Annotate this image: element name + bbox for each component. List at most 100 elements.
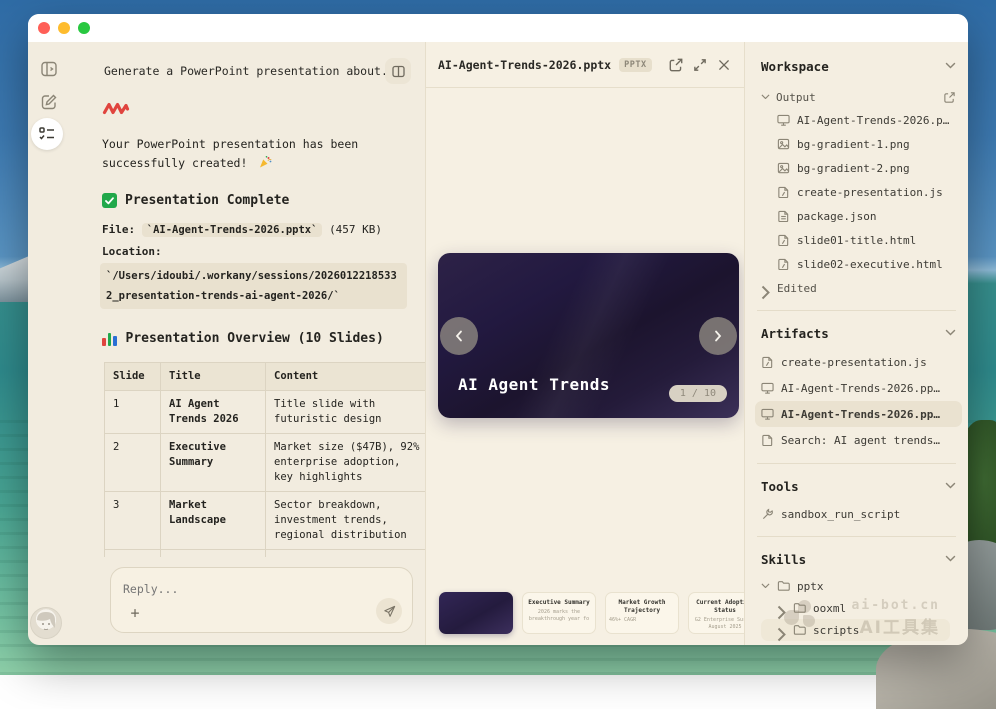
code-file-icon bbox=[761, 356, 774, 369]
image-icon bbox=[777, 162, 790, 175]
app-window: Generate a PowerPoint presentation about… bbox=[28, 14, 968, 645]
tasks-icon[interactable] bbox=[31, 118, 63, 150]
chevron-down-icon bbox=[945, 482, 956, 490]
workspace-file[interactable]: slide02-executive.html bbox=[761, 252, 956, 276]
chevron-right-icon bbox=[777, 605, 786, 612]
reply-input[interactable] bbox=[123, 582, 317, 596]
workspace-file[interactable]: AI-Agent-Trends-2026.p… bbox=[761, 108, 956, 132]
thumbnail-slide-4[interactable]: Current Adoption Status G2 Enterprise Su… bbox=[688, 592, 744, 634]
monitor-icon bbox=[761, 382, 774, 395]
preview-header: AI-Agent-Trends-2026.pptx PPTX bbox=[426, 42, 744, 88]
folder-icon bbox=[793, 624, 806, 637]
workspace-file[interactable]: slide01-title.html bbox=[761, 228, 956, 252]
complete-heading: Presentation Complete bbox=[102, 193, 425, 208]
table-row: 2 Executive Summary Market size ($47B), … bbox=[105, 434, 426, 492]
prompt-title: Generate a PowerPoint presentation about… bbox=[104, 64, 385, 78]
chevron-down-icon bbox=[761, 94, 770, 101]
slide-preview: AI Agent Trends 1 / 10 bbox=[438, 253, 739, 418]
thumbnail-slide-2[interactable]: Executive Summary 2026 marks the breakth… bbox=[522, 592, 596, 634]
skill-folder[interactable]: scripts bbox=[761, 619, 950, 641]
assistant-logo-icon bbox=[102, 100, 425, 117]
chevron-down-icon bbox=[945, 555, 956, 563]
skill-folder[interactable]: ooxml bbox=[761, 597, 956, 619]
artifact-item[interactable]: create-presentation.js bbox=[761, 349, 956, 375]
table-header-row: Slide Title Content bbox=[105, 363, 426, 391]
preview-panel: AI-Agent-Trends-2026.pptx PPTX AI Agent … bbox=[425, 42, 744, 645]
artifact-item-selected[interactable]: AI-Agent-Trends-2026.pp… bbox=[755, 401, 962, 427]
workspace-file[interactable]: bg-gradient-2.png bbox=[761, 156, 956, 180]
chevron-down-icon bbox=[945, 62, 956, 70]
minimize-traffic-light[interactable] bbox=[58, 22, 70, 34]
send-button[interactable] bbox=[376, 598, 402, 624]
folder-icon bbox=[793, 602, 806, 615]
folder-icon bbox=[777, 580, 790, 593]
table-row: 4 Enterprise Adoption timeline, ROI bbox=[105, 550, 426, 558]
skill-file[interactable]: create-idoubi-ppt.js bbox=[761, 641, 956, 645]
wrench-icon bbox=[761, 508, 774, 521]
tools-header[interactable]: Tools bbox=[761, 476, 956, 496]
overview-heading: Presentation Overview (10 Slides) bbox=[102, 331, 425, 346]
left-icon-rail bbox=[28, 42, 82, 645]
workspace-file[interactable]: bg-gradient-1.png bbox=[761, 132, 956, 156]
split-view-button[interactable] bbox=[385, 58, 411, 84]
thumbnail-slide-3[interactable]: Market Growth Trajectory 46%+ CAGR bbox=[605, 592, 679, 634]
monitor-icon bbox=[761, 408, 774, 421]
file-icon bbox=[777, 210, 790, 223]
external-link-icon[interactable] bbox=[668, 57, 684, 73]
slides-table: Slide Title Content 1 AI Agent Trends 20… bbox=[104, 362, 425, 557]
message-text: Your PowerPoint presentation has been su… bbox=[102, 137, 358, 170]
user-avatar[interactable] bbox=[30, 607, 62, 639]
col-slide: Slide bbox=[105, 363, 161, 391]
page-indicator: 1 / 10 bbox=[669, 385, 727, 402]
check-icon bbox=[102, 193, 117, 208]
attach-plus-button[interactable]: + bbox=[125, 603, 145, 623]
workspace-file[interactable]: package.json bbox=[761, 204, 956, 228]
next-slide-button[interactable] bbox=[699, 317, 737, 355]
chat-header: Generate a PowerPoint presentation about… bbox=[82, 42, 425, 84]
table-row: 1 AI Agent Trends 2026 Title slide with … bbox=[105, 391, 426, 434]
artifact-item[interactable]: AI-Agent-Trends-2026.pp… bbox=[761, 375, 956, 401]
external-link-icon[interactable] bbox=[943, 91, 956, 104]
location-label: Location: bbox=[102, 245, 425, 258]
chevron-down-icon bbox=[761, 583, 770, 590]
chat-scroll-area[interactable]: Generate a PowerPoint presentation about… bbox=[82, 42, 425, 557]
complete-title: Presentation Complete bbox=[125, 193, 289, 208]
thumbnail-slide-1[interactable] bbox=[439, 592, 513, 634]
party-popper-icon bbox=[258, 155, 272, 169]
file-label: File: bbox=[102, 223, 135, 236]
skills-header[interactable]: Skills bbox=[761, 549, 956, 569]
code-file-icon bbox=[777, 186, 790, 199]
chevron-down-icon bbox=[945, 329, 956, 337]
col-title: Title bbox=[161, 363, 266, 391]
close-icon[interactable] bbox=[716, 57, 732, 73]
prev-slide-button[interactable] bbox=[440, 317, 478, 355]
pptx-badge: PPTX bbox=[619, 58, 651, 72]
divider bbox=[757, 463, 956, 464]
close-traffic-light[interactable] bbox=[38, 22, 50, 34]
panel-toggle-icon[interactable] bbox=[40, 60, 58, 78]
artifact-item[interactable]: Search: AI agent trends… bbox=[761, 427, 956, 453]
tool-item[interactable]: sandbox_run_script bbox=[761, 502, 956, 526]
edited-folder-row[interactable]: Edited bbox=[761, 276, 956, 300]
bar-chart-icon bbox=[102, 331, 117, 346]
reply-box: + bbox=[110, 567, 413, 633]
slide-title: AI Agent Trends bbox=[458, 375, 610, 394]
file-icon bbox=[761, 434, 774, 447]
output-folder-row[interactable]: Output bbox=[761, 86, 956, 108]
expand-icon[interactable] bbox=[692, 57, 708, 73]
workspace-file[interactable]: create-presentation.js bbox=[761, 180, 956, 204]
file-name-code: `AI-Agent-Trends-2026.pptx` bbox=[142, 223, 323, 237]
artifacts-header[interactable]: Artifacts bbox=[761, 323, 956, 343]
compose-icon[interactable] bbox=[40, 93, 58, 111]
col-content: Content bbox=[266, 363, 426, 391]
skill-folder[interactable]: pptx bbox=[761, 575, 956, 597]
zoom-traffic-light[interactable] bbox=[78, 22, 90, 34]
location-path-code: `/Users/idoubi/.workany/sessions/2026012… bbox=[100, 263, 407, 309]
file-row: File: `AI-Agent-Trends-2026.pptx` (457 K… bbox=[102, 223, 425, 236]
divider bbox=[757, 310, 956, 311]
chevron-right-icon bbox=[761, 285, 770, 292]
workspace-header[interactable]: Workspace bbox=[761, 56, 956, 76]
thumbnail-strip: Executive Summary 2026 marks the breakth… bbox=[439, 592, 744, 634]
code-file-icon bbox=[777, 258, 790, 271]
chat-panel: Generate a PowerPoint presentation about… bbox=[82, 42, 425, 645]
